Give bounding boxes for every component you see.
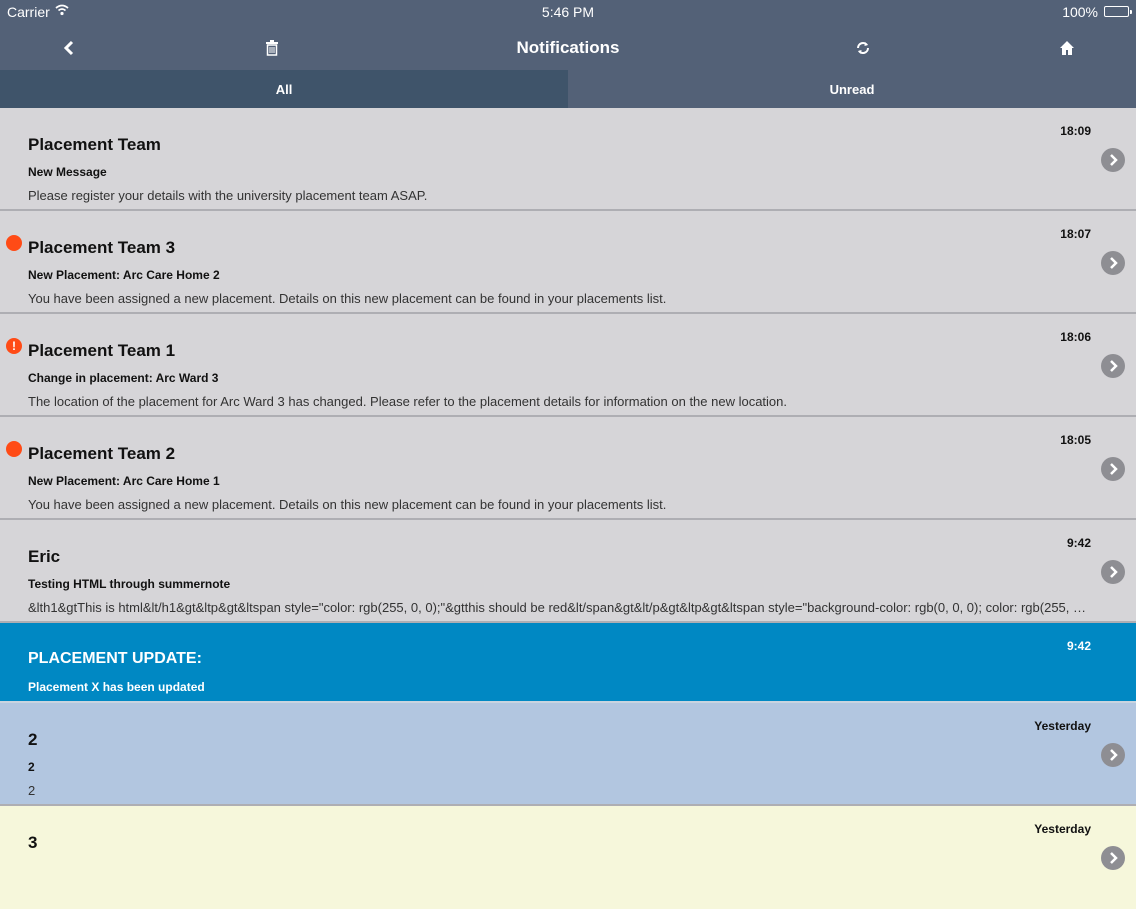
- notification-body: 2: [28, 783, 36, 798]
- chevron-right-icon[interactable]: [1101, 846, 1125, 870]
- notification-subject: Testing HTML through summernote: [28, 577, 231, 591]
- notification-subject: Change in placement: Arc Ward 3: [28, 371, 219, 385]
- sender-name: Eric: [28, 547, 61, 566]
- tab-all[interactable]: All: [0, 70, 568, 108]
- notification-time: 18:05: [1060, 433, 1091, 447]
- notification-row[interactable]: ! Placement Team 1 Change in placement: …: [0, 314, 1136, 417]
- placement-update-banner[interactable]: Placement Update: Placement X has been u…: [0, 623, 1136, 703]
- notification-body: &lth1&gtThis is html&lt/h1&gt&ltp&gt&lts…: [28, 600, 1093, 615]
- chevron-right-icon[interactable]: [1101, 251, 1125, 275]
- notification-time: 9:42: [1066, 639, 1091, 653]
- notification-subject: New Message: [28, 165, 107, 179]
- notification-row[interactable]: Placement Team 3 New Placement: Arc Care…: [0, 211, 1136, 314]
- notification-list: Placement Team New Message Please regist…: [0, 108, 1136, 909]
- refresh-button[interactable]: [850, 36, 876, 60]
- notification-row[interactable]: Placement Team 2 New Placement: Arc Care…: [0, 417, 1136, 520]
- navigation-bar: Notifications: [0, 24, 1136, 70]
- battery-percentage: 100%: [1062, 4, 1098, 20]
- status-bar: Carrier 5:46 PM 100%: [0, 0, 1136, 24]
- banner-subject: Placement X has been updated: [28, 680, 205, 694]
- filter-tabs: All Unread: [0, 70, 1136, 108]
- sender-name: Placement Team: [28, 135, 161, 154]
- home-icon: [1060, 41, 1074, 55]
- notification-time: 9:42: [1066, 536, 1091, 550]
- chevron-right-icon[interactable]: [1101, 148, 1125, 172]
- notification-time: Yesterday: [1034, 822, 1091, 836]
- banner-title: Placement Update:: [28, 650, 202, 667]
- notification-time: Yesterday: [1034, 719, 1091, 733]
- home-button[interactable]: [1054, 36, 1080, 60]
- notification-body: You have been assigned a new placement. …: [28, 291, 667, 306]
- chevron-right-icon[interactable]: [1101, 743, 1125, 767]
- sender-name: Placement Team 2: [28, 444, 176, 463]
- notification-row[interactable]: Placement Team New Message Please regist…: [0, 108, 1136, 211]
- notification-row[interactable]: 3 Yesterday: [0, 806, 1136, 909]
- refresh-icon: [857, 42, 869, 54]
- notification-time: 18:07: [1060, 227, 1091, 241]
- tab-unread[interactable]: Unread: [568, 70, 1136, 108]
- unread-dot-icon: [6, 235, 22, 251]
- notification-row[interactable]: Eric Testing HTML through summernote &lt…: [0, 520, 1136, 623]
- clock: 5:46 PM: [541, 4, 595, 20]
- notification-subject: New Placement: Arc Care Home 1: [28, 474, 220, 488]
- sender-name: Placement Team 1: [28, 341, 176, 360]
- notification-body: You have been assigned a new placement. …: [28, 497, 667, 512]
- chevron-right-icon[interactable]: [1101, 354, 1125, 378]
- notification-time: 18:09: [1060, 124, 1091, 138]
- unread-dot-icon: [6, 441, 22, 457]
- notification-body: Please register your details with the un…: [28, 188, 428, 203]
- page-title: Notifications: [516, 38, 620, 57]
- sender-name: 2: [28, 730, 38, 749]
- chevron-right-icon[interactable]: [1101, 457, 1125, 481]
- notification-subject: 2: [28, 760, 35, 774]
- notification-time: 18:06: [1060, 330, 1091, 344]
- notification-subject: New Placement: Arc Care Home 2: [28, 268, 220, 282]
- chevron-right-icon[interactable]: [1101, 560, 1125, 584]
- sender-name: Placement Team 3: [28, 238, 176, 257]
- alert-icon: !: [6, 338, 22, 354]
- battery-icon: [1104, 6, 1132, 17]
- notification-body: The location of the placement for Arc Wa…: [28, 394, 788, 409]
- sender-name: 3: [28, 833, 38, 852]
- notification-row[interactable]: 2 2 2 Yesterday: [0, 703, 1136, 806]
